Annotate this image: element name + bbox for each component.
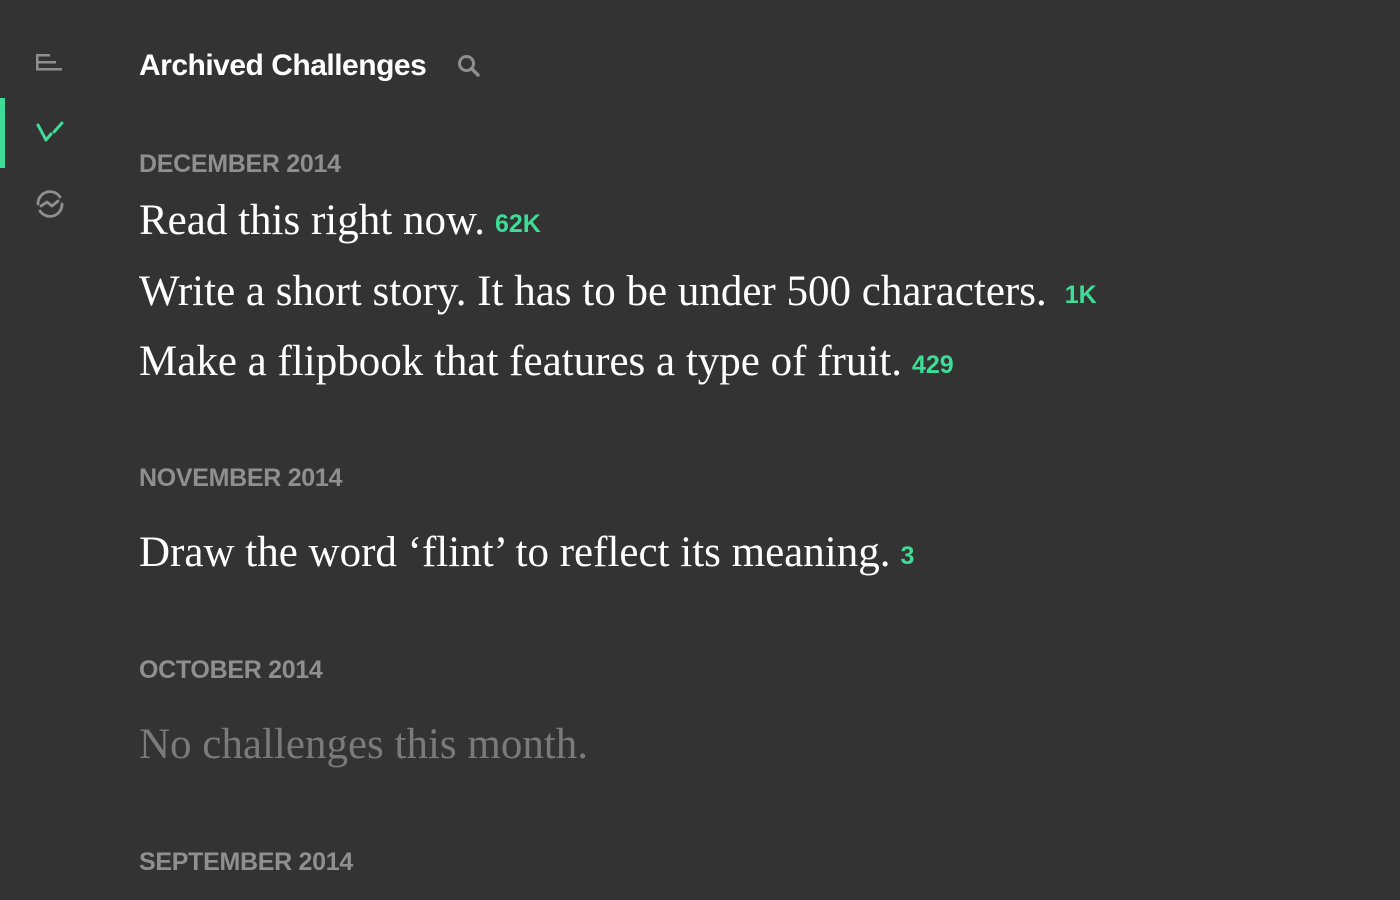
- challenge-title: Make a flipbook that features a type of …: [139, 338, 902, 385]
- nav-item-activity[interactable]: [0, 168, 100, 238]
- challenge-item[interactable]: Read this right now. 62K: [139, 196, 541, 245]
- page-title: Archived Challenges: [139, 49, 427, 82]
- challenge-count: 3: [900, 542, 915, 570]
- search-icon: [458, 55, 481, 77]
- month-heading-december-2014: DECEMBER 2014: [139, 150, 341, 178]
- refresh-cycle-icon: [36, 190, 64, 218]
- checkmark-icon: [36, 121, 64, 142]
- challenge-count: 1K: [1064, 281, 1097, 309]
- nav-item-challenges[interactable]: [0, 98, 100, 168]
- empty-month-message: No challenges this month.: [139, 721, 589, 768]
- challenge-title: Read this right now.: [139, 197, 485, 244]
- challenge-count: 62K: [494, 210, 541, 238]
- month-heading-september-2014: SEPTEMBER 2014: [139, 848, 353, 876]
- search-button[interactable]: [456, 53, 482, 79]
- challenge-count: 429: [911, 351, 954, 379]
- month-heading-november-2014: NOVEMBER 2014: [139, 464, 343, 492]
- challenge-item[interactable]: Write a short story. It has to be under …: [139, 267, 1097, 316]
- challenge-item[interactable]: Draw the word ‘flint’ to reflect its mea…: [139, 528, 914, 577]
- menu-lines-icon: [36, 54, 62, 71]
- challenge-title: Write a short story. It has to be under …: [139, 268, 1047, 315]
- month-heading-october-2014: OCTOBER 2014: [139, 656, 323, 684]
- challenge-title: Draw the word ‘flint’ to reflect its mea…: [139, 529, 891, 576]
- side-nav: [0, 0, 100, 900]
- nav-item-feed[interactable]: [0, 30, 100, 100]
- challenge-item[interactable]: Make a flipbook that features a type of …: [139, 337, 954, 386]
- page-header: Archived Challenges: [139, 44, 482, 88]
